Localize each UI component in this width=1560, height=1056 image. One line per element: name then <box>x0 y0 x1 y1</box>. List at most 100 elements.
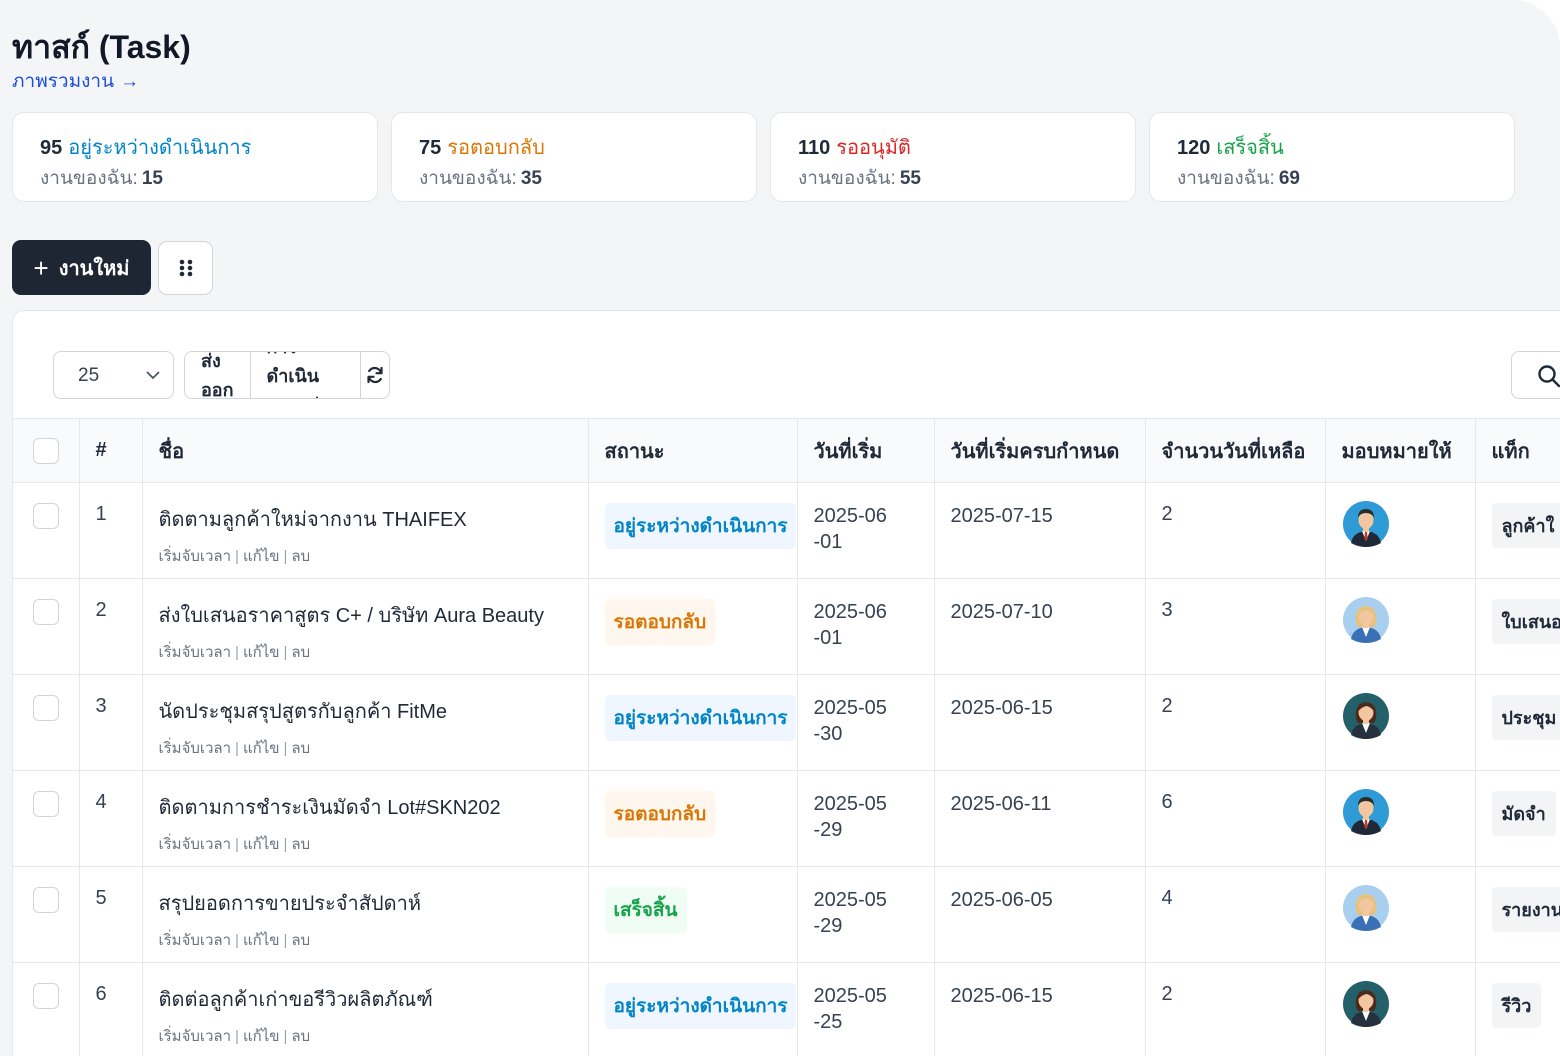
column-header-days-left[interactable]: จำนวนวันที่เหลือ <box>1145 418 1326 483</box>
stat-card-done[interactable]: 120 เสร็จสิ้น งานของฉัน: 69 <box>1149 112 1515 202</box>
start-timer-link[interactable]: เริ่มจับเวลา <box>159 932 232 949</box>
grid-view-button[interactable] <box>158 241 213 295</box>
start-timer-link[interactable]: เริ่มจับเวลา <box>159 740 232 757</box>
tag-badge[interactable]: รายงาน <box>1491 887 1560 932</box>
stat-count: 75 <box>419 137 442 159</box>
task-name-link[interactable]: ติดตามการชำระเงินมัดจำ Lot#SKN202 <box>159 791 588 823</box>
table-row[interactable]: 1 ติดตามลูกค้าใหม่จากงาน THAIFEX เริ่มจับเ… <box>13 482 1560 579</box>
export-button[interactable]: ส่งออก <box>185 352 251 398</box>
days-left-cell: 4 <box>1145 866 1326 963</box>
row-number: 2 <box>79 578 143 675</box>
table-row[interactable]: 6 ติดต่อลูกค้าเก่าขอรีวิวผลิตภัณฑ์เริ่มจั… <box>13 962 1560 1056</box>
tag-badge[interactable]: รีวิว <box>1491 983 1542 1028</box>
start-date-cell: 2025-05 -29 <box>797 866 935 963</box>
days-left-cell: 2 <box>1145 674 1326 771</box>
table-row[interactable]: 2 ส่งใบเสนอราคาสูตร C+ / บริษัท Aura Beau… <box>13 578 1560 675</box>
table-row[interactable]: 3 นัดประชุมสรุปสูตรกับลูกค้า FitMe เริ่มจั… <box>13 674 1560 771</box>
task-name-link[interactable]: นัดประชุมสรุปสูตรกับลูกค้า FitMe <box>159 695 588 727</box>
task-name-link[interactable]: ส่งใบเสนอราคาสูตร C+ / บริษัท Aura Beaut… <box>159 599 588 631</box>
page-size-select[interactable]: 25 <box>53 351 174 399</box>
row-checkbox[interactable] <box>32 503 59 529</box>
delete-link[interactable]: ลบ <box>291 836 310 853</box>
column-header-assignee[interactable]: มอบหมายให้ <box>1325 418 1476 483</box>
tag-badge[interactable]: ประชุม <box>1491 695 1560 740</box>
row-checkbox[interactable] <box>32 599 59 625</box>
due-date-cell: 2025-06-05 <box>934 866 1146 963</box>
bulk-action-button[interactable]: การดำเนินการกลุ่ม <box>251 352 362 398</box>
start-timer-link[interactable]: เริ่มจับเวลา <box>159 548 232 565</box>
task-name-link[interactable]: ติดต่อลูกค้าเก่าขอรีวิวผลิตภัณฑ์ <box>159 983 588 1015</box>
start-date: 2025-05 -29 <box>813 889 887 937</box>
days-left-cell: 2 <box>1145 482 1326 579</box>
row-checkbox[interactable] <box>32 695 59 721</box>
start-timer-link[interactable]: เริ่มจับเวลา <box>159 1028 232 1045</box>
tag-badge[interactable]: ลูกค้าใ <box>1491 503 1560 548</box>
stat-card-approval[interactable]: 110 รออนุมัติ งานของฉัน: 55 <box>770 112 1136 202</box>
stat-count: 120 <box>1177 137 1211 159</box>
search-button[interactable] <box>1511 351 1560 399</box>
column-header-name[interactable]: ชื่อ <box>142 418 589 483</box>
due-date-cell: 2025-07-15 <box>934 482 1146 579</box>
stat-count: 95 <box>40 137 63 159</box>
task-name-cell: นัดประชุมสรุปสูตรกับลูกค้า FitMe เริ่มจับ… <box>142 674 589 771</box>
avatar[interactable] <box>1342 597 1389 643</box>
row-number: 5 <box>79 866 143 963</box>
column-header-due-date[interactable]: วันที่เริ่มครบกำหนด <box>934 418 1146 483</box>
avatar[interactable] <box>1342 789 1389 835</box>
due-date: 2025-07-15 <box>950 505 1053 527</box>
row-number: 6 <box>79 962 143 1056</box>
table-row[interactable]: 4 ติดตามการชำระเงินมัดจำ Lot#SKN202 เริ่มจ… <box>13 770 1560 867</box>
row-checkbox[interactable] <box>32 983 59 1009</box>
stat-card-in-progress[interactable]: 95 อยู่ระหว่างดำเนินการ งานของฉัน: 15 <box>12 112 378 202</box>
status-badge[interactable]: อยู่ระหว่างดำเนินการ <box>604 695 796 741</box>
avatar[interactable] <box>1342 885 1389 931</box>
column-header-number[interactable]: # <box>79 418 143 483</box>
row-checkbox[interactable] <box>32 887 59 913</box>
edit-link[interactable]: แก้ไข <box>243 740 280 757</box>
delete-link[interactable]: ลบ <box>291 932 310 949</box>
table-row[interactable]: 5 สรุปยอดการขายประจำสัปดาห์ เริ่มจับเวลา | แ… <box>13 866 1560 963</box>
start-timer-link[interactable]: เริ่มจับเวลา <box>159 836 232 853</box>
delete-link[interactable]: ลบ <box>291 740 310 757</box>
stat-card-waiting[interactable]: 75 รอตอบกลับ งานของฉัน: 35 <box>391 112 757 202</box>
edit-link[interactable]: แก้ไข <box>243 644 280 661</box>
avatar[interactable] <box>1342 693 1389 739</box>
row-select-cell <box>13 578 80 675</box>
edit-link[interactable]: แก้ไข <box>243 932 280 949</box>
delete-link[interactable]: ลบ <box>291 644 310 661</box>
status-badge[interactable]: รอตอบกลับ <box>604 599 716 645</box>
select-all-checkbox[interactable] <box>32 437 59 464</box>
refresh-icon <box>367 366 383 384</box>
task-name-link[interactable]: สรุปยอดการขายประจำสัปดาห์ <box>159 887 588 919</box>
stat-mine-label: งานของฉัน: <box>40 168 138 189</box>
tag-badge[interactable]: มัดจำ <box>1491 791 1556 836</box>
tags-cell: มัดจำ <box>1475 770 1560 867</box>
edit-link[interactable]: แก้ไข <box>243 836 280 853</box>
column-header-status[interactable]: สถานะ <box>588 418 798 483</box>
tag-badge[interactable]: ใบเสนอ <box>1491 599 1560 644</box>
start-date-cell: 2025-06 -01 <box>797 578 935 675</box>
row-actions: เริ่มจับเวลา | แก้ไข | ลบ <box>158 740 311 757</box>
avatar[interactable] <box>1342 501 1389 547</box>
status-cell: อยู่ระหว่างดำเนินการ <box>588 962 798 1056</box>
refresh-button[interactable] <box>361 352 389 398</box>
edit-link[interactable]: แก้ไข <box>243 1028 280 1045</box>
avatar[interactable] <box>1342 981 1389 1027</box>
row-checkbox[interactable] <box>32 791 59 817</box>
status-badge[interactable]: อยู่ระหว่างดำเนินการ <box>604 503 796 549</box>
task-name-link[interactable]: ติดตามลูกค้าใหม่จากงาน THAIFEX <box>159 503 588 535</box>
column-header-tags[interactable]: แท็ก <box>1475 418 1560 483</box>
new-task-button[interactable]: + งานใหม่ <box>12 240 151 295</box>
status-badge[interactable]: เสร็จสิ้น <box>604 887 687 933</box>
overview-link[interactable]: ภาพรวมงาน → <box>12 66 139 96</box>
status-badge[interactable]: รอตอบกลับ <box>604 791 716 837</box>
start-timer-link[interactable]: เริ่มจับเวลา <box>159 644 232 661</box>
delete-link[interactable]: ลบ <box>291 548 310 565</box>
days-left-cell: 2 <box>1145 962 1326 1056</box>
column-header-start-date[interactable]: วันที่เริ่ม <box>797 418 935 483</box>
status-badge[interactable]: อยู่ระหว่างดำเนินการ <box>604 983 796 1029</box>
assignee-cell <box>1325 962 1476 1056</box>
status-cell: เสร็จสิ้น <box>588 866 798 963</box>
edit-link[interactable]: แก้ไข <box>243 548 280 565</box>
delete-link[interactable]: ลบ <box>291 1028 310 1045</box>
